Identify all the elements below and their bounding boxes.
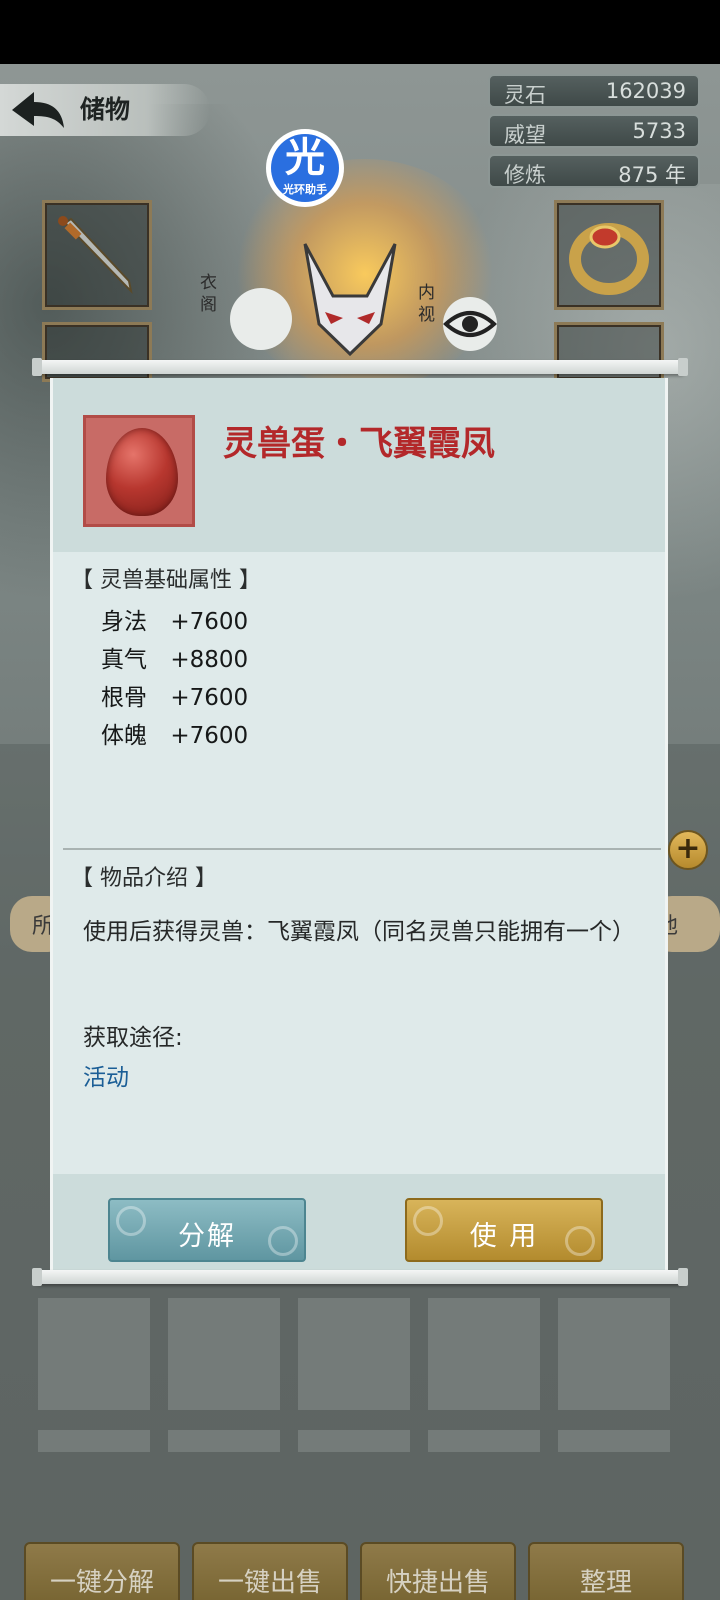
inventory-slot[interactable]	[298, 1298, 410, 1410]
status-bar	[0, 0, 720, 64]
helper-badge-glyph: 光	[285, 135, 325, 181]
source-label: 获取途径:	[83, 1025, 183, 1051]
attribute-row: 真气 +8800	[101, 640, 248, 674]
item-icon-frame	[83, 415, 195, 527]
attributes-title: 【 灵兽基础属性 】	[71, 568, 261, 593]
stat-value: 5733	[632, 119, 686, 143]
decompose-button[interactable]: 分解	[108, 1198, 306, 1262]
scroll-cap	[32, 1268, 42, 1286]
equip-slot-weapon[interactable]	[42, 200, 152, 310]
wardrobe-label[interactable]: 衣阁	[200, 272, 220, 316]
attribute-value: +7600	[170, 609, 249, 635]
button-label: 一键分解	[49, 1568, 154, 1598]
scroll-cap	[32, 358, 42, 376]
inventory-slot[interactable]	[428, 1298, 540, 1410]
item-description: 使用后获得灵兽：飞翼霞凤（同名灵兽只能拥有一个）	[83, 919, 635, 945]
page-title: 储物	[80, 95, 131, 124]
attribute-value: +8800	[170, 647, 249, 673]
button-label: 整理	[579, 1568, 632, 1598]
ring-icon	[569, 223, 649, 295]
scroll-cap	[678, 358, 688, 376]
intro-title: 【 物品介绍 】	[71, 866, 217, 891]
item-name: 灵兽蛋・飞翼霞凤	[223, 424, 495, 464]
sword-icon	[58, 216, 133, 295]
scroll-cap	[678, 1268, 688, 1286]
item-detail-dialog: 灵兽蛋・飞翼霞凤 【 灵兽基础属性 】 身法 +7600 真气 +8800 根骨…	[50, 378, 668, 1271]
scroll-rod-bottom	[32, 1268, 688, 1286]
button-label: 使 用	[469, 1221, 539, 1252]
button-label: 快捷出售	[385, 1568, 490, 1598]
stat-value: 875 年	[618, 163, 686, 187]
inventory-slot[interactable]	[428, 1430, 540, 1452]
scroll-rod-top	[32, 358, 688, 376]
section-divider	[63, 848, 661, 850]
organize-button[interactable]: 整理	[528, 1542, 684, 1600]
fox-mask-icon	[303, 243, 397, 357]
stat-cultivation: 修炼 875 年	[488, 154, 700, 188]
inventory-slot[interactable]	[168, 1298, 280, 1410]
source-link[interactable]: 活动	[83, 1058, 129, 1092]
attribute-label: 真气	[101, 647, 147, 673]
button-label: 分解	[178, 1221, 236, 1252]
wardrobe-icon[interactable]	[230, 288, 292, 350]
attribute-row: 身法 +7600	[101, 602, 248, 636]
spirit-egg-icon	[106, 428, 178, 516]
inventory-slot[interactable]	[298, 1430, 410, 1452]
one-click-decompose-button[interactable]: 一键分解	[24, 1542, 180, 1600]
helper-badge[interactable]: 光 光环助手	[266, 129, 344, 207]
attribute-label: 根骨	[101, 685, 147, 711]
inventory-slot[interactable]	[558, 1430, 670, 1452]
equip-slot-ring[interactable]	[554, 200, 664, 310]
attribute-row: 体魄 +7600	[101, 716, 248, 750]
inventory-slot[interactable]	[558, 1298, 670, 1410]
attribute-label: 身法	[101, 609, 147, 635]
attribute-row: 根骨 +7600	[101, 678, 248, 712]
stat-label: 修炼	[504, 163, 546, 187]
expand-button[interactable]: +	[668, 830, 708, 870]
stat-label: 灵石	[504, 83, 546, 107]
inventory-slot[interactable]	[38, 1430, 150, 1452]
stat-label: 威望	[504, 123, 546, 147]
attribute-label: 体魄	[101, 723, 147, 749]
stat-value: 162039	[605, 79, 686, 103]
stat-prestige: 威望 5733	[488, 114, 700, 148]
inventory-slot[interactable]	[38, 1298, 150, 1410]
helper-badge-inner: 光 光环助手	[271, 134, 339, 202]
one-click-sell-button[interactable]: 一键出售	[192, 1542, 348, 1600]
use-button[interactable]: 使 用	[405, 1198, 603, 1262]
stat-spirit-stone: 灵石 162039	[488, 74, 700, 108]
inner-view-label[interactable]: 内视	[418, 282, 438, 326]
inventory-slot[interactable]	[168, 1430, 280, 1452]
attribute-value: +7600	[170, 685, 249, 711]
plus-icon: +	[675, 831, 701, 866]
button-label: 一键出售	[217, 1568, 322, 1598]
helper-badge-label: 光环助手	[283, 183, 327, 196]
back-arrow-icon[interactable]	[8, 88, 66, 132]
quick-sell-button[interactable]: 快捷出售	[360, 1542, 516, 1600]
attribute-value: +7600	[170, 723, 249, 749]
eye-icon[interactable]	[438, 296, 502, 352]
